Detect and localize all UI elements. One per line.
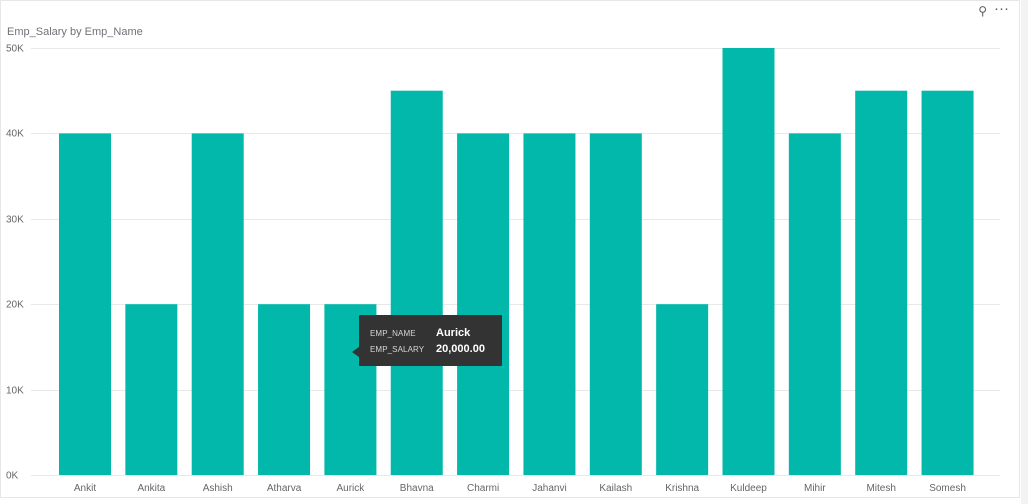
x-tick-label: Mihir	[804, 483, 826, 494]
x-tick-label: Ankita	[137, 483, 165, 494]
x-tick-label: Ashish	[203, 483, 233, 494]
bar-ashish[interactable]	[191, 133, 244, 475]
tooltip-name-value: Aurick	[436, 327, 471, 339]
bar-kailash[interactable]	[589, 133, 642, 475]
tooltip-name-label: EMP_NAME	[370, 329, 416, 338]
bar-mitesh[interactable]	[855, 90, 908, 475]
bar-tooltip: EMP_NAME Aurick EMP_SALARY 20,000.00	[352, 315, 502, 366]
bar-bhavna[interactable]	[390, 90, 443, 475]
y-tick-label: 20K	[6, 300, 24, 311]
tooltip-salary-label: EMP_SALARY	[370, 345, 425, 354]
x-tick-label: Jahanvi	[532, 483, 566, 494]
bar-kuldeep[interactable]	[722, 48, 775, 475]
x-tick-label: Charmi	[467, 483, 499, 494]
y-tick-label: 50K	[6, 44, 24, 55]
y-tick-label: 40K	[6, 129, 24, 140]
x-tick-label: Krishna	[665, 483, 699, 494]
y-tick-label: 0K	[6, 471, 19, 482]
bar-chart: Ankit Ankita Ashish Atharva Aurick Bhavna Char…	[6, 44, 1000, 494]
x-tick-label: Kailash	[599, 483, 632, 494]
x-tick-label: Kuldeep	[730, 483, 767, 494]
x-tick-label: Mitesh	[866, 483, 895, 494]
x-tick-label: Somesh	[929, 483, 966, 494]
bar-ankita[interactable]	[125, 304, 178, 475]
x-tick-label: Bhavna	[400, 483, 434, 494]
bar-krishna[interactable]	[656, 304, 709, 475]
bar-ankit[interactable]	[59, 133, 111, 475]
y-tick-label: 10K	[6, 386, 24, 397]
bar-mihir[interactable]	[788, 133, 841, 475]
tooltip-salary-row: EMP_SALARY 20,000.00	[370, 341, 490, 357]
x-tick-label: Ankit	[74, 483, 96, 494]
bar-somesh[interactable]	[921, 90, 974, 475]
x-tick-label: Atharva	[267, 483, 302, 494]
tooltip-name-row: EMP_NAME Aurick	[370, 325, 490, 341]
bar-charmi[interactable]	[457, 133, 510, 475]
x-tick-label: Aurick	[337, 483, 366, 494]
bars-layer	[59, 48, 974, 475]
x-axis-labels: Ankit Ankita Ashish Atharva Aurick Bhavna Char…	[74, 483, 966, 494]
bar-jahanvi[interactable]	[523, 133, 576, 475]
y-tick-label: 30K	[6, 215, 24, 226]
bar-atharva[interactable]	[258, 304, 311, 475]
tooltip-salary-value: 20,000.00	[436, 343, 485, 355]
right-scroll-gutter	[1021, 0, 1028, 504]
y-axis-labels: 0K 10K 20K 30K 40K 50K	[6, 44, 24, 482]
